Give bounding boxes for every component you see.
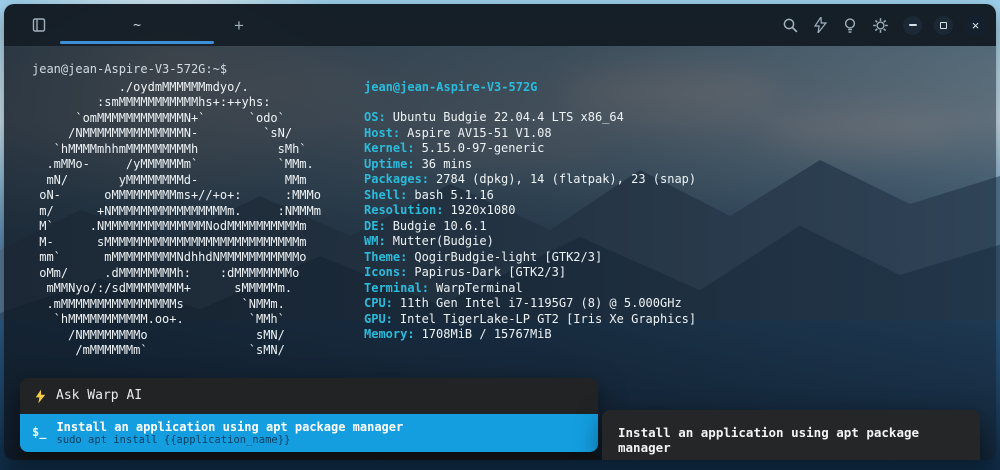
- titlebar: ~ +: [4, 4, 996, 46]
- maximize-icon: [940, 22, 947, 29]
- new-tab-button[interactable]: +: [228, 13, 250, 38]
- info-row: Memory:1708MiB / 15767MiB: [364, 327, 996, 343]
- command-input[interactable]: # comment installer une application ?: [20, 452, 598, 460]
- suggestion-title: Install an application using apt package…: [56, 420, 403, 434]
- info-row: GPU:Intel TigerLake-LP GT2 [Iris Xe Grap…: [364, 312, 996, 328]
- close-button[interactable]: ×: [965, 15, 986, 36]
- search-icon[interactable]: [779, 14, 801, 36]
- info-row: Theme:QogirBudgie-light [GTK2/3]: [364, 250, 996, 266]
- info-row: CPU:11th Gen Intel i7-1195G7 (8) @ 5.000…: [364, 296, 996, 312]
- ai-popup-title: Ask Warp AI: [56, 388, 142, 404]
- tips-lightbulb-icon[interactable]: [839, 14, 861, 36]
- prompt-line: jean@jean-Aspire-V3-572G:~$: [32, 62, 996, 78]
- suggestion-text: Install an application using apt package…: [56, 420, 403, 447]
- info-row: DE:Budgie 10.6.1: [364, 219, 996, 235]
- info-row: Resolution:1920x1080: [364, 203, 996, 219]
- neofetch-output: ./oydmMMMMMMmdyo/. :smMMMMMMMMMMMhs+:++y…: [32, 80, 996, 359]
- suggestion-command: sudo apt install {{application_name}}: [56, 434, 403, 447]
- info-row: OS:Ubuntu Budgie 22.04.4 LTS x86_64: [364, 110, 996, 126]
- active-tab-indicator: [60, 41, 214, 44]
- info-row: WM:Mutter(Budgie): [364, 234, 996, 250]
- warp-terminal-window: ~ +: [4, 4, 996, 460]
- info-row: Packages:2784 (dpkg), 14 (flatpak), 23 (…: [364, 172, 996, 188]
- command-doc-panel: Install an application using apt package…: [602, 410, 980, 460]
- terminal-body: jean@jean-Aspire-V3-572G:~$ ./oydmMMMMMM…: [4, 46, 996, 460]
- info-row: Host:Aspire AV15-51 V1.08: [364, 126, 996, 142]
- info-row: Terminal:WarpTerminal: [364, 281, 996, 297]
- ai-bolt-icon[interactable]: [809, 14, 831, 36]
- ask-warp-ai-popup: Ask Warp AI $_ Install an application us…: [20, 378, 598, 452]
- terminal-tab[interactable]: ~: [58, 4, 216, 46]
- system-info-list: OS:Ubuntu Budgie 22.04.4 LTS x86_64Host:…: [364, 110, 996, 343]
- tab-title: ~: [133, 18, 141, 33]
- system-info: jean@jean-Aspire-V3-572G OS:Ubuntu Budgi…: [364, 80, 996, 359]
- doc-panel-title: Install an application using apt package…: [618, 425, 964, 455]
- bookmarks-icon[interactable]: [30, 16, 48, 34]
- info-row: Icons:Papirus-Dark [GTK2/3]: [364, 265, 996, 281]
- minimize-button[interactable]: [903, 16, 922, 35]
- info-row: Uptime:36 mins: [364, 157, 996, 173]
- desktop-screen: ~ +: [0, 0, 1000, 470]
- terminal-prompt-icon: $_: [32, 425, 46, 441]
- settings-gear-icon[interactable]: [869, 14, 891, 36]
- ai-popup-header: Ask Warp AI: [20, 378, 598, 414]
- minimize-icon: [909, 24, 917, 26]
- close-icon: ×: [972, 18, 980, 33]
- ascii-art: ./oydmMMMMMMmdyo/. :smMMMMMMMMMMMhs+:++y…: [32, 80, 364, 359]
- titlebar-actions: ×: [779, 14, 996, 36]
- bolt-icon: [34, 389, 47, 404]
- info-row: Kernel:5.15.0-97-generic: [364, 141, 996, 157]
- info-row: Shell:bash 5.1.16: [364, 188, 996, 204]
- ai-suggestion-item[interactable]: $_ Install an application using apt pack…: [20, 414, 598, 452]
- user-host: jean@jean-Aspire-V3-572G: [364, 80, 996, 96]
- maximize-button[interactable]: [934, 16, 953, 35]
